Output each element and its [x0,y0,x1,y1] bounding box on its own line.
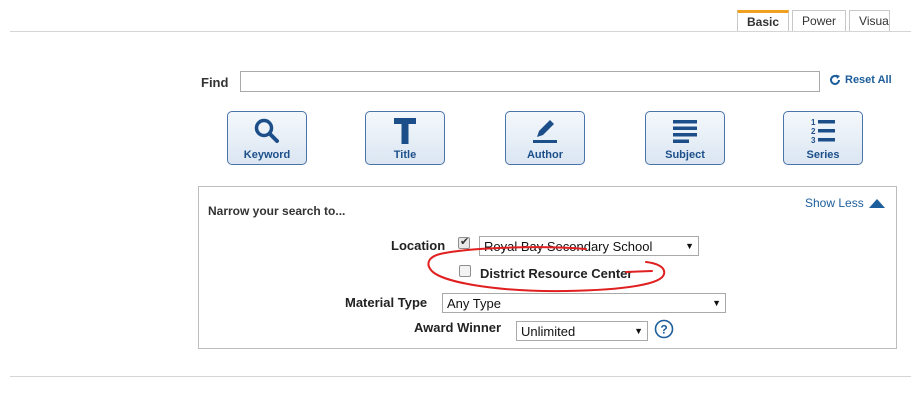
find-label: Find [201,75,229,90]
series-label: Series [806,149,840,161]
title-label: Title [393,149,417,161]
find-input[interactable] [240,71,820,92]
keyword-search-button[interactable]: Keyword [227,111,307,165]
pen-icon [533,120,557,143]
reset-all-label: Reset All [845,74,892,86]
chevron-down-icon: ▼ [685,241,694,251]
svg-text:2: 2 [811,127,816,136]
tab-visual[interactable]: Visua [849,10,890,31]
series-search-button[interactable]: 1 2 3 Series [783,111,863,165]
author-search-button[interactable]: Author [505,111,585,165]
keyword-label: Keyword [243,149,291,161]
triangle-up-icon [868,199,885,208]
svg-text:?: ? [660,323,667,337]
bottom-divider [10,376,911,377]
chevron-down-icon: ▼ [712,298,721,308]
letter-t-icon [394,118,416,144]
numbered-list-icon: 1 2 3 [811,118,835,145]
material-type-value: Any Type [447,295,501,311]
tab-basic[interactable]: Basic [737,10,790,31]
award-winner-value: Unlimited [521,323,576,339]
material-type-select[interactable]: Any Type ▼ [442,293,726,313]
help-icon[interactable]: ? [654,319,674,339]
material-type-label: Material Type [345,295,428,310]
tab-power[interactable]: Power [792,10,847,31]
search-mode-tabs: Basic Power Visua [737,10,890,32]
magnifier-icon [254,118,279,143]
award-winner-select[interactable]: Unlimited ▼ [516,321,648,341]
subject-search-button[interactable]: Subject [645,111,725,165]
award-winner-label: Award Winner [414,320,502,335]
author-label: Author [526,149,564,161]
top-divider [10,31,911,32]
red-annotation-circle [427,246,666,293]
svg-text:1: 1 [811,118,816,127]
narrow-search-title: Narrow your search to... [208,204,346,218]
show-less-label: Show Less [805,196,864,210]
refresh-icon [830,74,840,85]
title-search-button[interactable]: Title [365,111,445,165]
show-less-link[interactable]: Show Less [805,196,885,210]
subject-label: Subject [665,149,705,161]
lines-icon [673,120,697,143]
chevron-down-icon: ▼ [634,326,643,336]
svg-text:3: 3 [811,136,816,145]
reset-all-button[interactable]: Reset All [829,74,892,86]
